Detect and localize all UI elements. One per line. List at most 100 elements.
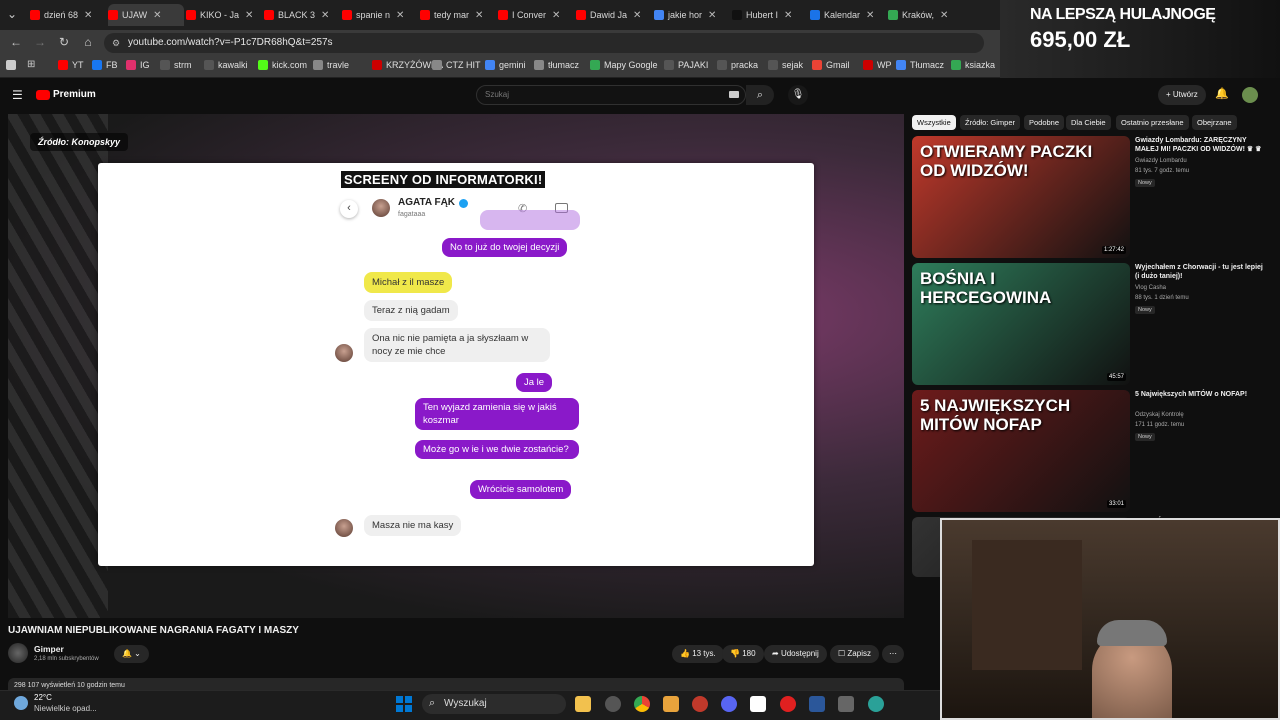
notifications-icon[interactable]: 🔔 [1215, 87, 1229, 100]
browser-tab[interactable]: I Conver ✕ [498, 4, 574, 26]
recommendation-title[interactable]: Wyjechałem z Chorwacji - tu jest lepiej … [1135, 263, 1265, 281]
weather-icon[interactable] [14, 696, 28, 710]
address-bar[interactable]: youtube.com/watch?v=-P1c7DR68hQ&t=257s [104, 33, 984, 53]
settings-icon[interactable] [605, 696, 621, 712]
video-thumbnail[interactable]: BOŚNIA I HERCEGOWINA 45:57 [912, 263, 1130, 385]
browser-tab[interactable]: spanie n ✕ [342, 4, 418, 26]
close-icon[interactable]: ✕ [84, 10, 92, 21]
browser-tab[interactable]: dzień 68 ✕ [30, 4, 106, 26]
discord-icon[interactable] [721, 696, 737, 712]
bookmark-item[interactable]: YT [58, 60, 84, 70]
search-icon[interactable]: ⌕ [746, 85, 774, 105]
close-icon[interactable]: ✕ [245, 10, 253, 21]
bookmark-item[interactable]: kick.com [258, 60, 307, 70]
filter-chip[interactable]: Dla Ciebie [1066, 115, 1111, 130]
microphone-icon[interactable]: 🎙 [788, 85, 808, 105]
search-input[interactable]: Szukaj [476, 85, 746, 105]
youtube-logo-icon[interactable] [36, 90, 50, 100]
close-icon[interactable]: ✕ [708, 10, 716, 21]
browser-tab[interactable]: Kraków, ✕ [888, 4, 964, 26]
bookmark-item[interactable]: Gmail [812, 60, 850, 70]
windows-start-icon[interactable] [396, 696, 412, 712]
bookmark-item[interactable]: gemini [485, 60, 526, 70]
close-icon[interactable]: ✕ [396, 10, 404, 21]
file-explorer-icon[interactable] [575, 696, 591, 712]
back-icon[interactable]: ← [8, 34, 24, 50]
filter-chip[interactable]: Wszystkie [912, 115, 956, 130]
filter-chip[interactable]: Podobne [1024, 115, 1065, 130]
opera-icon[interactable] [692, 696, 708, 712]
browser-tab[interactable]: tedy mar ✕ [420, 4, 496, 26]
video-thumbnail[interactable]: 5 NAJWIĘKSZYCH MITÓW NOFAP 33:01 [912, 390, 1130, 512]
browser-tab[interactable]: Kalendar ✕ [810, 4, 886, 26]
bookmark-item[interactable]: IG [126, 60, 150, 70]
filter-chip[interactable]: Ostatnio przesłane [1116, 115, 1189, 130]
tab-list-icon[interactable]: ⌄ [4, 6, 20, 22]
close-icon[interactable]: ✕ [153, 10, 161, 21]
bookmark-item[interactable]: WP [863, 60, 892, 70]
bookmark-item[interactable]: FB [92, 60, 118, 70]
menu-icon[interactable]: ☰ [12, 88, 23, 102]
bookmark-item[interactable]: travle [313, 60, 349, 70]
bookmark-item[interactable]: sejak [768, 60, 803, 70]
recommendation-title[interactable]: 5 Największych MITÓW o NOFAP! [1135, 390, 1265, 399]
browser-tab[interactable]: Dawid Ja ✕ [576, 4, 652, 26]
close-icon[interactable]: ✕ [633, 10, 641, 21]
forward-icon[interactable]: → [32, 34, 48, 50]
reload-icon[interactable]: ↻ [56, 34, 72, 50]
site-info-icon[interactable]: ⚙ [112, 38, 120, 49]
browser-tab[interactable]: UJAW ✕ [108, 4, 184, 26]
recommendation-channel[interactable]: Odzyskaj Kontrolę [1135, 412, 1184, 418]
brave-icon[interactable] [663, 696, 679, 712]
avatar[interactable] [1242, 87, 1258, 103]
description-box[interactable] [8, 678, 904, 690]
browser-tab[interactable]: KIKO - Ja ✕ [186, 4, 262, 26]
apps-grid-icon[interactable]: ⊞ [27, 59, 35, 70]
calculator-icon[interactable] [838, 696, 854, 712]
recommendation-channel[interactable]: Vlog Casha [1135, 285, 1166, 291]
bookmark-item[interactable]: tłumacz [534, 60, 579, 70]
weather-temp[interactable]: 22°C [34, 693, 52, 702]
filter-chip[interactable]: Źródło: Gimper [960, 115, 1021, 130]
recommendation-channel[interactable]: Gwiazdy Lombardu [1135, 158, 1187, 164]
weather-desc[interactable]: Niewielkie opad... [34, 704, 97, 713]
chrome-icon[interactable] [634, 696, 650, 712]
subscribe-bell-button[interactable]: 🔔 ⌄ [114, 645, 149, 663]
browser-tab[interactable]: BLACK 3 ✕ [264, 4, 340, 26]
close-icon[interactable]: ✕ [475, 10, 483, 21]
bookmark-item[interactable]: kawalki [204, 60, 248, 70]
bookmark-item[interactable]: Tłumacz [896, 60, 944, 70]
close-icon[interactable]: ✕ [940, 10, 948, 21]
filter-chip[interactable]: Obejrzane [1192, 115, 1237, 130]
bookmark-item[interactable]: strm [160, 60, 192, 70]
bookmark-item[interactable]: pracka [717, 60, 758, 70]
browser-tab[interactable]: Hubert I ✕ [732, 4, 808, 26]
word-icon[interactable] [809, 696, 825, 712]
browser-tab[interactable]: jakie hor ✕ [654, 4, 730, 26]
close-icon[interactable]: ✕ [321, 10, 329, 21]
close-icon[interactable]: ✕ [552, 10, 560, 21]
keyboard-icon[interactable] [729, 91, 739, 98]
create-button[interactable]: + Utwórz [1158, 85, 1206, 105]
video-thumbnail[interactable]: OTWIERAMY PACZKI OD WIDZÓW! 1:27:42 [912, 136, 1130, 258]
youtube-app-icon[interactable] [780, 696, 796, 712]
bookmark-item[interactable]: CTZ HIT [432, 60, 481, 70]
youtube-logo-text[interactable]: Premium [53, 89, 96, 100]
taskbar-search[interactable]: Wyszukaj [422, 694, 566, 714]
close-icon[interactable]: ✕ [784, 10, 792, 21]
share-button[interactable]: ➦ Udostępnij [764, 645, 827, 663]
more-actions-icon[interactable]: ⋯ [882, 645, 904, 663]
bookmark-item[interactable]: ksiazka [951, 60, 995, 70]
close-icon[interactable]: ✕ [866, 10, 874, 21]
channel-name[interactable]: Gimper [34, 644, 64, 654]
dislike-button[interactable]: 👎 180 [722, 645, 764, 663]
bookmark-item[interactable]: Mapy Google [590, 60, 658, 70]
like-button[interactable]: 👍 13 tys. [672, 645, 724, 663]
channel-avatar[interactable] [8, 643, 28, 663]
save-button[interactable]: ☐ Zapisz [830, 645, 879, 663]
recommendation-title[interactable]: Gwiazdy Lombardu: ZARĘCZYNY MAŁEJ MI! PA… [1135, 136, 1265, 154]
bookmark-item[interactable]: PAJAKI [664, 60, 708, 70]
home-icon[interactable]: ⌂ [80, 34, 96, 50]
bookmark-page-icon[interactable] [6, 60, 16, 70]
app-icon[interactable] [868, 696, 884, 712]
